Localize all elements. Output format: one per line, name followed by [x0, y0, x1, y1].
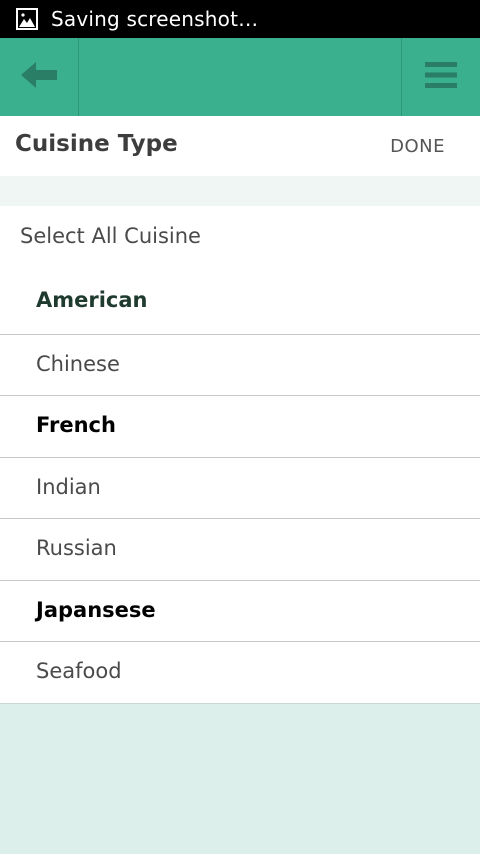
- list-item-label: Indian: [36, 475, 101, 499]
- page-title: Cuisine Type: [15, 131, 178, 157]
- header-row: Cuisine Type DONE: [0, 116, 480, 176]
- list-item-indian[interactable]: Indian: [0, 458, 480, 519]
- list-item-label: Chinese: [36, 352, 120, 376]
- list-item-american[interactable]: American: [0, 271, 480, 332]
- cuisine-list: Select All Cuisine American Chinese Fren…: [0, 206, 480, 704]
- list-item-seafood[interactable]: Seafood: [0, 642, 480, 703]
- list-item-label: American: [36, 288, 148, 312]
- list-item-label: Japansese: [36, 598, 156, 622]
- back-button[interactable]: [0, 38, 78, 116]
- menu-button[interactable]: [402, 38, 480, 116]
- list-item-french[interactable]: French: [0, 396, 480, 457]
- list-item-label: French: [36, 413, 116, 437]
- image-icon: [16, 8, 38, 30]
- list-item-chinese[interactable]: Chinese: [0, 335, 480, 396]
- app-bar: [0, 38, 480, 116]
- list-item-label: Russian: [36, 536, 117, 560]
- list-item-japansese[interactable]: Japansese: [0, 581, 480, 642]
- app-bar-divider: [78, 38, 79, 116]
- list-item-russian[interactable]: Russian: [0, 519, 480, 580]
- status-text: Saving screenshot…: [51, 7, 259, 31]
- hamburger-menu-icon: [424, 60, 458, 94]
- select-all-option[interactable]: Select All Cuisine: [20, 224, 201, 248]
- arrow-left-icon: [19, 59, 59, 95]
- list-item-label: Seafood: [36, 659, 122, 683]
- status-bar: Saving screenshot…: [0, 0, 480, 38]
- section-gap: [0, 176, 480, 206]
- done-button[interactable]: DONE: [390, 136, 445, 157]
